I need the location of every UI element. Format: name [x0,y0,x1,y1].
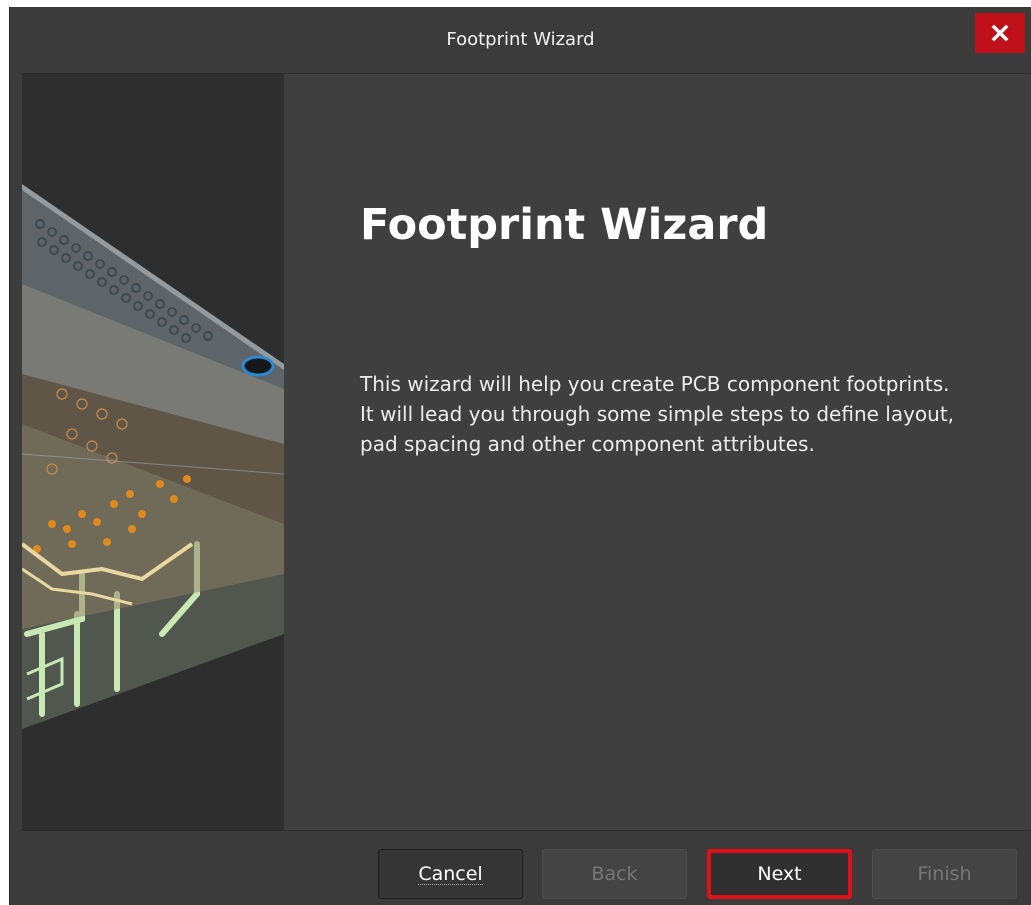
footprint-wizard-dialog: Footprint Wizard Footprint Wizard This w… [9,7,1031,905]
next-button[interactable]: Next [707,849,852,899]
finish-button-label: Finish [917,863,972,885]
wizard-description: This wizard will help you create PCB com… [360,369,980,459]
main-panel: Footprint Wizard This wizard will help y… [284,74,1031,830]
back-button-label: Back [591,863,638,885]
title-bar: Footprint Wizard [10,7,1031,73]
button-bar: Cancel Back Next Finish [10,831,1031,905]
dialog-title: Footprint Wizard [446,29,595,50]
next-button-label: Next [757,863,802,885]
finish-button[interactable]: Finish [872,849,1017,899]
cancel-button[interactable]: Cancel [378,849,523,899]
description-line-2: It will lead you through some simple ste… [360,402,955,456]
wizard-content: Footprint Wizard This wizard will help y… [22,73,1031,831]
close-icon [991,24,1009,42]
description-line-1: This wizard will help you create PCB com… [360,372,950,396]
pcb-layers-illustration [22,184,284,729]
wizard-heading: Footprint Wizard [360,200,769,250]
side-panel [22,74,284,830]
cancel-button-label: Cancel [418,862,483,885]
close-button[interactable] [975,13,1025,53]
back-button[interactable]: Back [542,849,687,899]
